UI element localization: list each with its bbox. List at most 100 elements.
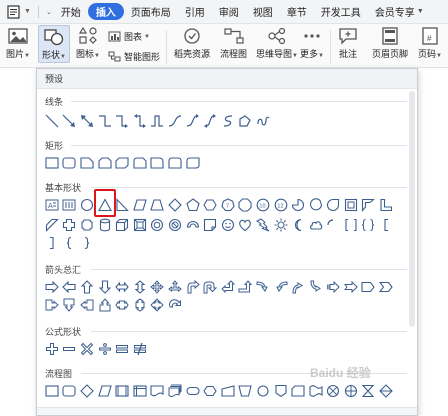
decision-shape-icon[interactable] <box>78 383 96 399</box>
predefined-process-shape-icon[interactable] <box>113 383 131 399</box>
line-shape-icon[interactable] <box>43 113 61 129</box>
menu-tab-review[interactable]: 审阅 <box>212 3 246 20</box>
round-diagonal-rectangle-shape-icon[interactable] <box>184 155 202 171</box>
off-page-connector-shape-icon[interactable] <box>272 383 290 399</box>
snip-round-rectangle-shape-icon[interactable] <box>131 155 149 171</box>
document-icon[interactable] <box>4 4 22 20</box>
donut-shape-icon[interactable] <box>149 217 167 233</box>
curved-down-arrow-shape-icon[interactable] <box>307 279 325 295</box>
bent-up-arrow-shape-icon[interactable] <box>237 279 255 295</box>
menu-tab-page-layout[interactable]: 页面布局 <box>124 3 178 20</box>
pie-shape-icon[interactable] <box>289 197 307 213</box>
menu-tab-home[interactable]: 开始 <box>54 3 88 20</box>
chart-button[interactable]: 图表 ▼ <box>108 30 150 43</box>
left-brace-shape-icon[interactable] <box>61 235 79 251</box>
sort-shape-icon[interactable] <box>377 383 395 399</box>
connector-shape-icon[interactable] <box>254 383 272 399</box>
cross-shape-icon[interactable] <box>61 217 79 233</box>
multiply-shape-icon[interactable] <box>78 341 96 357</box>
internal-storage-shape-icon[interactable] <box>131 383 149 399</box>
sun-shape-icon[interactable] <box>272 217 290 233</box>
icons-button[interactable]: 图标▼ <box>76 27 100 60</box>
double-brace-shape-icon[interactable] <box>360 217 378 233</box>
pentagon-shape-icon[interactable] <box>184 197 202 213</box>
menu-tab-member[interactable]: 会员专享 ▼ <box>368 3 431 20</box>
right-arrow-shape-icon[interactable] <box>43 279 61 295</box>
rectangle-shape-icon[interactable] <box>43 155 61 171</box>
curved-left-arrow-shape-icon[interactable] <box>272 279 290 295</box>
collate-shape-icon[interactable] <box>360 383 378 399</box>
terminator-shape-icon[interactable] <box>184 383 202 399</box>
lightning-bolt-shape-icon[interactable] <box>254 217 272 233</box>
trapezoid-shape-icon[interactable] <box>149 197 167 213</box>
right-bracket-shape-icon[interactable] <box>43 235 61 251</box>
round-single-corner-rectangle-shape-icon[interactable] <box>149 155 167 171</box>
curved-double-arrow-connector-shape-icon[interactable] <box>201 113 219 129</box>
left-arrow-callout-shape-icon[interactable] <box>78 297 96 313</box>
cube-shape-icon[interactable] <box>113 217 131 233</box>
octagon-shape-icon[interactable] <box>237 197 255 213</box>
header-footer-button[interactable]: 页眉页脚 <box>372 27 408 60</box>
down-arrow-callout-shape-icon[interactable] <box>61 297 79 313</box>
data-shape-icon[interactable] <box>96 383 114 399</box>
no-symbol-shape-icon[interactable] <box>166 217 184 233</box>
page-number-button[interactable]: # 页码▼ <box>418 27 442 60</box>
picture-button[interactable]: 图片▼ <box>6 27 30 60</box>
docer-resource-button[interactable]: 稻壳资源 <box>174 27 210 60</box>
arc-shape-icon[interactable] <box>325 217 343 233</box>
plaque-shape-icon[interactable] <box>78 217 96 233</box>
right-arrow-callout-shape-icon[interactable] <box>43 297 61 313</box>
can-shape-icon[interactable] <box>96 217 114 233</box>
elbow-double-arrow-connector-shape-icon[interactable] <box>131 113 149 129</box>
quad-arrow-shape-icon[interactable] <box>149 279 167 295</box>
menu-tab-references[interactable]: 引用 <box>178 3 212 20</box>
or-shape-icon[interactable] <box>342 383 360 399</box>
not-equal-shape-icon[interactable] <box>131 341 149 357</box>
text-box-shape-icon[interactable]: A <box>43 197 61 213</box>
diamond-shape-icon[interactable] <box>166 197 184 213</box>
comment-button[interactable]: 批注 <box>338 27 358 60</box>
notched-right-arrow-shape-icon[interactable] <box>342 279 360 295</box>
frame-shape-icon[interactable] <box>342 197 360 213</box>
snip-single-corner-rectangle-shape-icon[interactable] <box>78 155 96 171</box>
preparation-shape-icon[interactable] <box>201 383 219 399</box>
summing-junction-shape-icon[interactable] <box>325 383 343 399</box>
teardrop-shape-icon[interactable] <box>325 197 343 213</box>
card-shape-icon[interactable] <box>289 383 307 399</box>
s-curve-shape-icon[interactable] <box>219 113 237 129</box>
bevel-shape-icon[interactable] <box>131 217 149 233</box>
document-shape-icon[interactable] <box>149 383 167 399</box>
flowchart-button[interactable]: 流程图 <box>220 27 247 60</box>
double-arrow-line-shape-icon[interactable] <box>78 113 96 129</box>
cloud-shape-icon[interactable] <box>307 217 325 233</box>
manual-operation-shape-icon[interactable] <box>237 383 255 399</box>
alternate-process-shape-icon[interactable] <box>61 383 79 399</box>
elbow-connector-shape-icon[interactable] <box>96 113 114 129</box>
minus-shape-icon[interactable] <box>61 341 79 357</box>
diagonal-stripe-shape-icon[interactable] <box>43 217 61 233</box>
half-frame-shape-icon[interactable] <box>360 197 378 213</box>
zigzag-connector-shape-icon[interactable] <box>149 113 167 129</box>
equal-shape-icon[interactable] <box>113 341 131 357</box>
folded-corner-shape-icon[interactable] <box>201 217 219 233</box>
curved-up-arrow-shape-icon[interactable] <box>289 279 307 295</box>
snip-diagonal-rectangle-shape-icon[interactable] <box>113 155 131 171</box>
process-shape-icon[interactable] <box>43 383 61 399</box>
elbow-arrow-connector-shape-icon[interactable] <box>113 113 131 129</box>
hexagon-shape-icon[interactable] <box>201 197 219 213</box>
quick-access-chevron-icon[interactable]: ⌄ <box>46 8 52 16</box>
quad-arrow-callout-shape-icon[interactable] <box>149 297 167 313</box>
heptagon-shape-icon[interactable]: 7 <box>219 197 237 213</box>
left-right-arrow-shape-icon[interactable] <box>113 279 131 295</box>
heart-shape-icon[interactable] <box>237 217 255 233</box>
circular-arrow-shape-icon[interactable] <box>166 297 184 313</box>
rounded-rectangle-shape-icon[interactable] <box>61 155 79 171</box>
up-down-arrow-shape-icon[interactable] <box>131 279 149 295</box>
snip-same-side-rectangle-shape-icon[interactable] <box>96 155 114 171</box>
menu-tab-developer[interactable]: 开发工具 <box>314 3 368 20</box>
parallelogram-shape-icon[interactable] <box>131 197 149 213</box>
freeform-shape-icon[interactable] <box>237 113 255 129</box>
left-up-arrow-shape-icon[interactable] <box>219 279 237 295</box>
curved-right-arrow-shape-icon[interactable] <box>254 279 272 295</box>
curved-arrow-connector-shape-icon[interactable] <box>184 113 202 129</box>
